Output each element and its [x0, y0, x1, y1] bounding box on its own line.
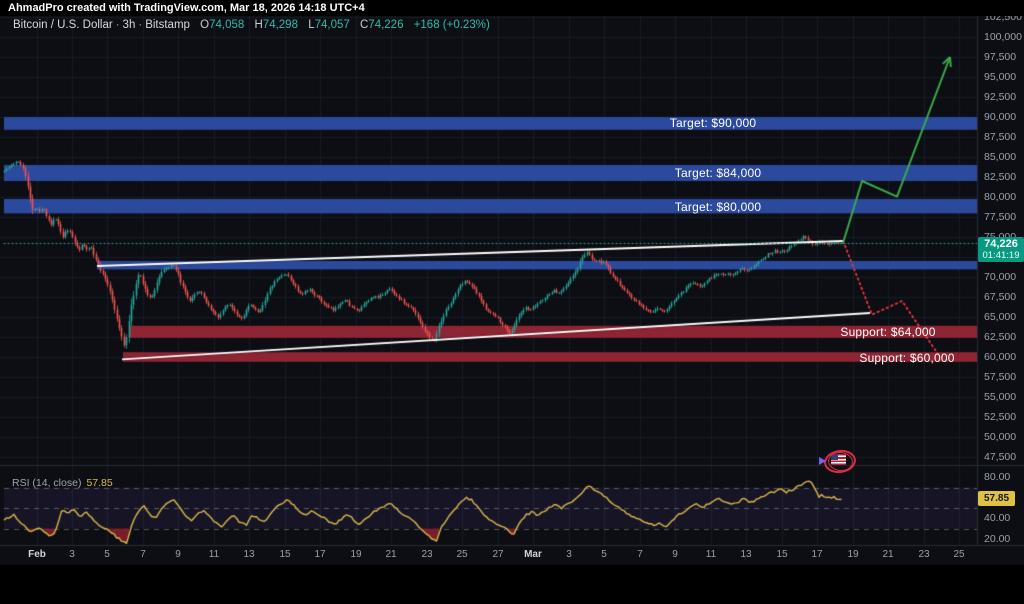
time-tick-label: 9: [175, 549, 181, 560]
time-tick-label: Mar: [524, 549, 542, 560]
price-tick-label: 90,000: [984, 111, 1016, 123]
price-tick-label: 100,000: [984, 31, 1022, 43]
price-tick-label: 70,000: [984, 271, 1016, 283]
target-90000-label: Target: $90,000: [670, 116, 756, 130]
price-tick-label: 87,500: [984, 131, 1016, 143]
time-tick-label: 3: [566, 549, 572, 560]
time-tick-label: 15: [279, 549, 290, 560]
time-tick-label: 23: [421, 549, 432, 560]
ohlc-open-value: 74,058: [209, 19, 244, 31]
price-tick-label: 50,000: [984, 431, 1016, 443]
rsi-indicator-legend[interactable]: RSI (14, close) 57.85: [12, 477, 113, 489]
attribution-text: AhmadPro created with TradingView.com, M…: [8, 2, 365, 14]
time-tick-label: 23: [918, 549, 929, 560]
price-tick-label: 97,500: [984, 51, 1016, 63]
price-tick-label: 92,500: [984, 91, 1016, 103]
time-tick-label: Feb: [28, 549, 46, 560]
time-tick-label: 13: [243, 549, 254, 560]
exchange-label[interactable]: Bitstamp: [145, 19, 190, 31]
time-tick-label: 13: [740, 549, 751, 560]
flag-sticker[interactable]: [820, 448, 856, 474]
rsi-value-badge: 57.85: [978, 491, 1015, 506]
rsi-current-value: 57.85: [86, 477, 112, 489]
time-tick-label: 3: [69, 549, 75, 560]
symbol-legend[interactable]: Bitcoin / U.S. Dollar·3h·Bitstamp O74,05…: [13, 19, 490, 31]
time-tick-label: 25: [456, 549, 467, 560]
time-tick-label: 25: [953, 549, 964, 560]
price-tick-label: 65,000: [984, 311, 1016, 323]
price-tick-label: 62,500: [984, 331, 1016, 343]
price-tick-label: 52,500: [984, 411, 1016, 423]
time-tick-label: 11: [209, 549, 219, 560]
rsi-tick-label: 20.00: [984, 533, 1010, 545]
time-tick-label: 19: [847, 549, 858, 560]
time-tick-label: 19: [350, 549, 361, 560]
support-60000-label: Support: $60,000: [859, 351, 954, 365]
legend-separator: ·: [138, 19, 142, 31]
price-tick-label: 60,000: [984, 351, 1016, 363]
price-tick-label: 77,500: [984, 211, 1016, 223]
price-tick-label: 85,000: [984, 151, 1016, 163]
price-tick-label: 55,000: [984, 391, 1016, 403]
rsi-tick-label: 40.00: [984, 512, 1010, 524]
time-tick-label: 7: [637, 549, 643, 560]
last-price-value: 74,226: [978, 238, 1024, 250]
price-tick-label: 82,500: [984, 171, 1016, 183]
last-price-badge: 74,226 01:41:19: [978, 237, 1024, 262]
cursor-arrow-icon: [819, 457, 826, 465]
bar-countdown: 01:41:19: [978, 250, 1024, 261]
time-tick-label: 5: [601, 549, 607, 560]
interval-label[interactable]: 3h: [123, 19, 136, 31]
time-tick-label: 17: [314, 549, 325, 560]
time-tick-label: 27: [492, 549, 503, 560]
legend-separator: ·: [116, 19, 120, 31]
time-tick-label: 11: [706, 549, 716, 560]
time-tick-label: 9: [672, 549, 678, 560]
time-tick-label: 21: [882, 549, 893, 560]
time-tick-label: 5: [104, 549, 110, 560]
time-tick-label: 17: [811, 549, 822, 560]
price-tick-label: 80,000: [984, 191, 1016, 203]
target-84000-label: Target: $84,000: [675, 166, 761, 180]
rsi-tick-label: 80.00: [984, 471, 1010, 483]
change-label: +168 (+0.23%): [414, 19, 490, 31]
support-64000-label: Support: $64,000: [840, 325, 935, 339]
time-tick-label: 21: [385, 549, 396, 560]
time-tick-label: 7: [140, 549, 146, 560]
rsi-title[interactable]: RSI (14, close): [12, 477, 81, 489]
price-tick-label: 57,500: [984, 371, 1016, 383]
ohlc-close-value: 74,226: [368, 19, 403, 31]
ohlc-low-value: 74,057: [315, 19, 350, 31]
chart-canvas[interactable]: [0, 0, 1024, 604]
price-tick-label: 67,500: [984, 291, 1016, 303]
time-tick-label: 15: [776, 549, 787, 560]
symbol-title[interactable]: Bitcoin / U.S. Dollar: [13, 19, 113, 31]
target-80000-label: Target: $80,000: [675, 200, 761, 214]
price-tick-label: 95,000: [984, 71, 1016, 83]
attribution-bar: AhmadPro created with TradingView.com, M…: [0, 0, 1024, 16]
price-tick-label: 47,500: [984, 451, 1016, 463]
ohlc-high-value: 74,298: [263, 19, 298, 31]
ohlc-high-key: H: [254, 19, 262, 31]
ohlc-open-key: O: [200, 19, 209, 31]
